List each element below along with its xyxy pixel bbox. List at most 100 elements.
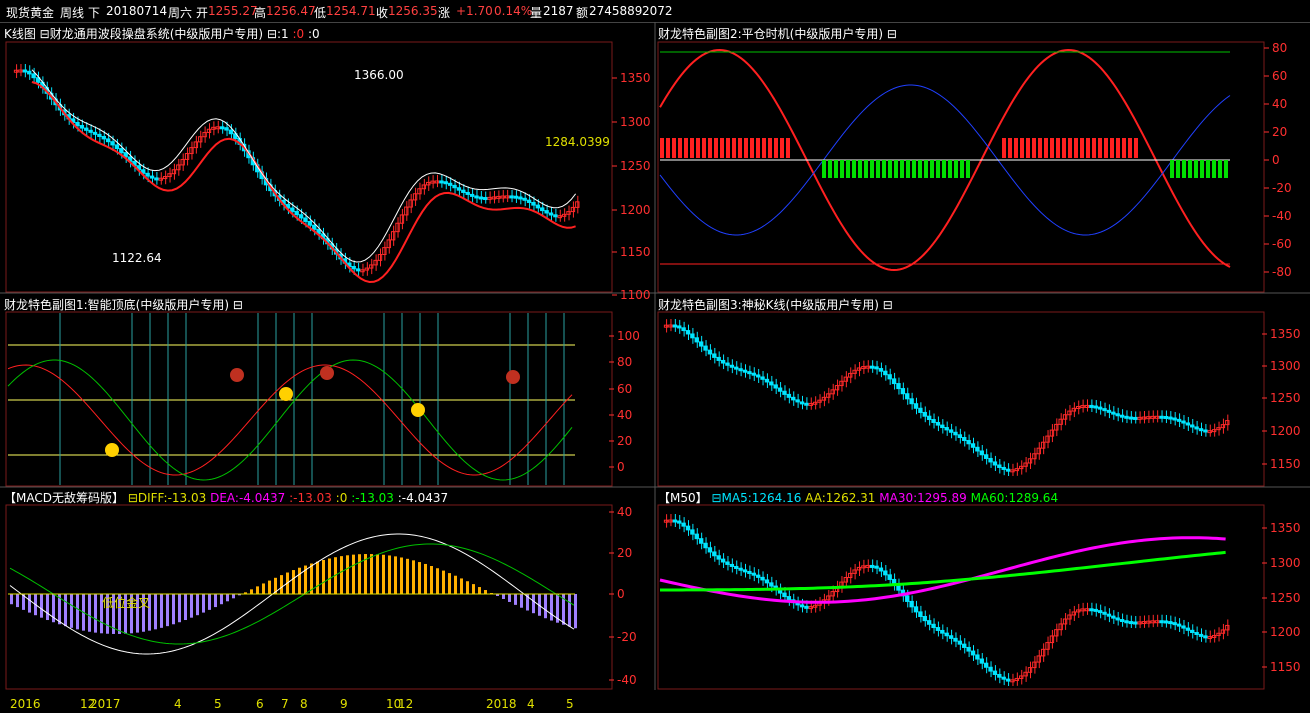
y-tick-label: 40 [617,505,633,519]
sub3-candle [764,378,770,383]
ma-candle [747,570,752,574]
y-tick-label: 80 [617,355,633,369]
ma-candle [1172,622,1177,626]
sub2-green-bar [960,160,964,178]
ma-candle [734,565,739,569]
sub2-green-bar [936,160,940,178]
y-tick-label: 80 [1272,41,1288,55]
kline-candle [312,224,317,230]
macd-bar [46,594,49,621]
sub2-red-bar [690,138,694,158]
ma-candle [1159,620,1164,624]
sub2-red-bar [1110,138,1114,158]
y-tick-label: 60 [617,382,633,396]
sub3-candle [922,411,927,417]
sub3-candle [742,369,748,373]
ma-candle [1119,619,1125,623]
sub3-candle [690,333,695,339]
sub2-red-bar [762,138,766,158]
sub2-green-bar [894,160,898,178]
sub3-candle [1054,423,1059,431]
sub3-candle [769,381,774,386]
sub3-candle [1194,426,1199,430]
macd-bar [388,555,391,594]
ma-candle [883,570,888,576]
y-tick-label: 1350 [620,71,651,85]
sub3-candle [1097,406,1103,410]
kline-frame [5,41,613,293]
macd-bar [514,594,517,605]
sub1-signal-dot [506,370,520,384]
y-tick-label: 1350 [1270,327,1301,341]
sub3-candle [896,383,901,390]
ma-candle [677,520,682,524]
ma-candle [970,650,976,656]
sub2-red-bar [1128,138,1132,158]
kline-candle [447,182,453,186]
sub2-red-bar [702,138,706,158]
macd-bar [574,594,577,629]
sub3-candle [966,440,971,445]
x-axis-label: 9 [340,697,348,711]
chart-canvas[interactable] [0,0,1310,713]
kline-candle [31,73,36,79]
macd-bar [172,594,175,625]
sub1-signal-dot [230,368,244,382]
x-axis-label: 4 [527,697,535,711]
kline-candle [469,193,475,197]
sub3-candle [957,434,963,439]
sub2-red-bar [750,138,754,158]
ma-candle [729,563,735,567]
macd-bar [88,594,91,632]
kline-candle [373,259,378,266]
kline-candle [355,268,361,272]
ma-candle [935,627,941,631]
sub3-candle [900,388,906,395]
sub3-candle [725,362,730,366]
macd-bar [346,555,349,594]
sub2-green-bar [1194,160,1198,178]
sub3-candle [878,368,884,372]
macd-bar [412,560,415,594]
sub3-frame [657,311,1265,487]
ma-candle [738,567,743,571]
macd-bar [40,594,43,618]
kline-trend-white [31,69,577,263]
sub2-green-bar [954,160,958,178]
sub2-green-bar [822,160,826,178]
y-tick-label: 1150 [1270,660,1301,674]
macd-bar [16,594,19,608]
kline-candle [461,189,466,193]
sub2-red-bar [1122,138,1126,158]
sub2-red-bar [768,138,772,158]
ma-candle [694,533,699,540]
kline-candle [351,265,356,270]
sub3-candle [975,446,980,452]
macd-bar [472,584,475,594]
sub2-red-bar [1134,138,1138,158]
sub3-candle [1093,405,1098,409]
macd-bar [220,594,223,605]
sub3-candle [948,429,954,433]
ma-candle [983,662,989,668]
macd-bar [454,575,457,594]
ma-candle [712,551,717,557]
kline-candle [88,129,93,133]
sub2-red-bar [1068,138,1072,158]
macd-cross-annotation: 低位金叉 [102,596,151,610]
sub1-frame [5,311,613,487]
y-tick-label: 40 [1272,97,1288,111]
macd-bar [10,594,13,605]
ma-candle [1176,623,1182,627]
macd-bar [460,578,463,594]
ma-candle [672,519,678,523]
ma-candle [804,605,809,609]
sub3-candle [887,374,892,380]
sub3-candle [883,370,888,376]
y-tick-label: 1200 [1270,424,1301,438]
sub1-signal-dot [105,443,119,457]
sub2-red-bar [726,138,730,158]
kline-candle [101,135,106,140]
kline-candle [483,197,488,201]
sub3-candle [755,374,761,378]
